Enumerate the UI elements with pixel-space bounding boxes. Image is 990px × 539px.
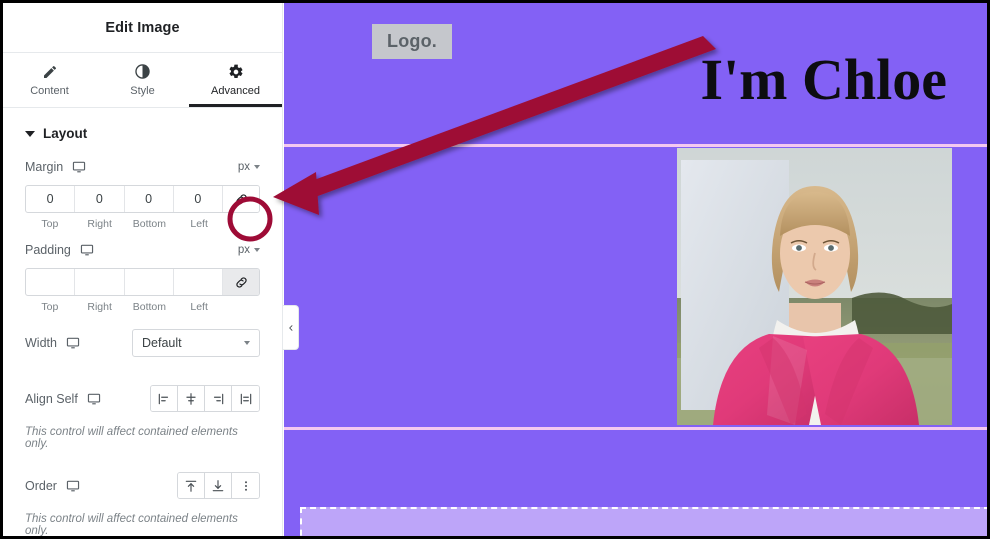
order-button-group [177, 472, 260, 499]
order-end-icon[interactable] [205, 473, 232, 498]
tab-content-label: Content [30, 85, 69, 97]
margin-inputs [25, 185, 260, 213]
padding-label: Padding [25, 243, 71, 257]
padding-label-top: Top [41, 301, 59, 313]
logo-placeholder[interactable]: Logo. [372, 24, 452, 59]
page-canvas: Logo. I'm Chloe [284, 3, 987, 536]
tab-content[interactable]: Content [3, 53, 96, 107]
portrait-photo [677, 148, 952, 425]
align-start-icon[interactable] [151, 386, 178, 411]
margin-top-input[interactable] [26, 186, 76, 212]
dropzone-placeholder[interactable] [300, 507, 987, 536]
order-label: Order [25, 478, 57, 493]
align-self-button-group [150, 385, 260, 412]
desktop-icon[interactable] [66, 336, 80, 350]
order-control-row: Order [3, 472, 282, 499]
align-stretch-icon[interactable] [232, 386, 259, 411]
align-center-icon[interactable] [178, 386, 205, 411]
page-heading[interactable]: I'm Chloe [701, 51, 948, 109]
chevron-down-icon [244, 341, 250, 345]
panel-body: Layout Margin px 0 0 0 0 Top Right Botto… [3, 108, 282, 536]
margin-label-top: Top [41, 218, 59, 230]
gear-icon [228, 63, 244, 80]
align-end-icon[interactable] [205, 386, 232, 411]
chevron-left-icon [288, 324, 292, 331]
panel-collapse-handle[interactable] [283, 305, 299, 350]
align-self-label: Align Self [25, 391, 78, 406]
width-value: Default [142, 336, 182, 350]
section-layout-header[interactable]: Layout [3, 108, 282, 155]
width-select[interactable]: Default [132, 329, 260, 357]
margin-link-values-button[interactable] [223, 186, 259, 212]
pencil-icon [42, 63, 58, 80]
panel-title: Edit Image [3, 3, 282, 53]
padding-control-row: Padding px [3, 238, 282, 262]
margin-bottom-input[interactable] [124, 186, 174, 212]
app-window: Edit Image Content Style Advanced Layout… [0, 0, 990, 539]
padding-link-values-button[interactable] [223, 269, 259, 295]
tab-advanced[interactable]: Advanced [189, 53, 282, 107]
padding-top-input[interactable] [26, 269, 76, 295]
section-layout-label: Layout [43, 126, 88, 141]
margin-label-bottom: Bottom [132, 218, 166, 230]
padding-bottom-input[interactable] [124, 269, 174, 295]
margin-unit-value: px [237, 161, 250, 173]
chevron-down-icon [254, 248, 260, 252]
padding-unit-value: px [237, 244, 250, 256]
hero-image[interactable] [677, 148, 952, 425]
align-self-hint: This control will affect contained eleme… [25, 426, 238, 450]
desktop-icon[interactable] [80, 243, 94, 257]
chevron-down-icon [254, 165, 260, 169]
width-control-row: Width Default [3, 329, 282, 357]
margin-side-labels: Top Right Bottom Left [25, 216, 260, 230]
padding-label-bottom: Bottom [132, 301, 166, 313]
margin-right-input[interactable] [75, 186, 125, 212]
desktop-icon[interactable] [87, 392, 101, 406]
tab-style-label: Style [130, 85, 155, 97]
padding-inputs [25, 268, 260, 296]
padding-left-input[interactable] [173, 269, 223, 295]
margin-label: Margin [25, 160, 64, 174]
width-label: Width [25, 336, 57, 350]
align-self-control-row: Align Self [3, 385, 282, 412]
desktop-icon[interactable] [66, 479, 80, 493]
padding-label-right: Right [87, 301, 112, 313]
padding-side-labels: Top Right Bottom Left [25, 299, 260, 313]
section-divider-bottom [284, 427, 987, 430]
edit-image-panel: Edit Image Content Style Advanced Layout… [3, 3, 283, 536]
padding-unit-select[interactable]: px [238, 244, 260, 256]
caret-down-icon [25, 130, 35, 137]
order-hint: This control will affect contained eleme… [25, 513, 238, 536]
tab-advanced-label: Advanced [211, 85, 260, 97]
section-divider-top [284, 144, 987, 147]
margin-control-row: Margin px [3, 155, 282, 179]
order-custom-icon[interactable] [232, 473, 259, 498]
panel-tabs: Content Style Advanced [3, 53, 282, 108]
padding-right-input[interactable] [75, 269, 125, 295]
contrast-icon [134, 63, 151, 80]
margin-label-right: Right [87, 218, 112, 230]
margin-left-input[interactable] [173, 186, 223, 212]
hero-top-section: Logo. I'm Chloe [284, 3, 987, 144]
padding-label-left: Left [190, 301, 208, 313]
order-start-icon[interactable] [178, 473, 205, 498]
margin-unit-select[interactable]: px [238, 161, 260, 173]
margin-label-left: Left [190, 218, 208, 230]
tab-style[interactable]: Style [96, 53, 189, 107]
desktop-icon[interactable] [72, 160, 86, 174]
